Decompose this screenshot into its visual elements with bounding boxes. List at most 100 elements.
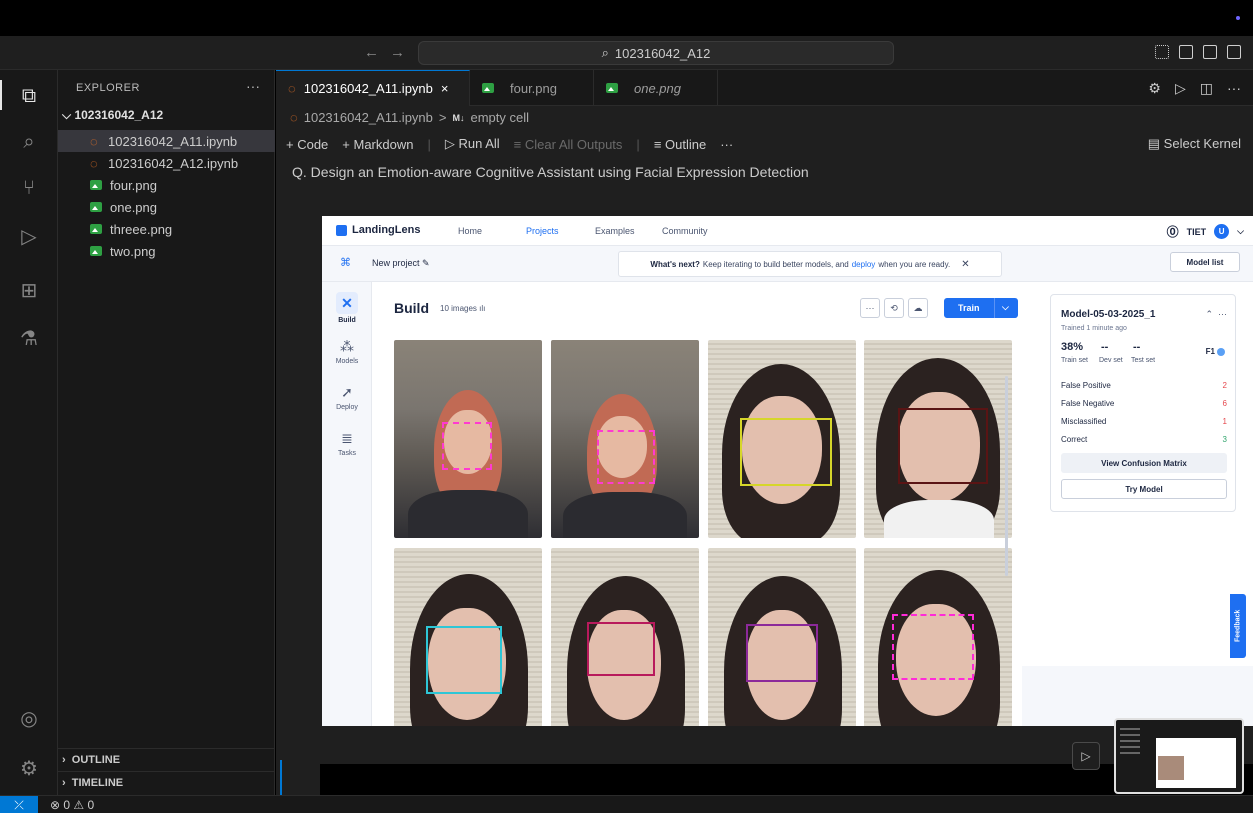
testing-icon[interactable]: ⚗ [17, 326, 41, 350]
markdown-question: Q. Design an Emotion-aware Cognitive Ass… [292, 164, 809, 180]
toggle-sidebar-icon[interactable] [1179, 45, 1193, 59]
pencil-icon: ✎ [422, 258, 430, 268]
timeline-section[interactable]: › TIMELINE [58, 771, 275, 793]
more-button[interactable]: ··· [720, 137, 733, 152]
bar-chart-icon: ılı [479, 304, 486, 313]
source-control-icon[interactable]: ⑂ [17, 176, 41, 200]
notebook-icon: ◌ [90, 155, 98, 171]
project-icon: ⌘ [340, 257, 351, 269]
file-item[interactable]: two.png [58, 240, 275, 262]
file-item[interactable]: threee.png [58, 218, 275, 240]
test-set-label: Test set [1131, 357, 1156, 364]
bounding-box [746, 624, 818, 682]
split-editor-icon[interactable]: ◫ [1200, 80, 1213, 97]
tab-four-png[interactable]: four.png [470, 70, 594, 106]
file-item[interactable]: ◌ 102316042_A12.ipynb [58, 152, 275, 174]
remote-indicator-icon[interactable]: ⤫ [0, 796, 38, 813]
run-all-button[interactable]: ▷ Run All [445, 136, 500, 152]
ll-nav-projects: Projects [526, 226, 559, 236]
landinglens-screenshot: LandingLens Home Projects Examples Commu… [322, 216, 1253, 726]
file-item[interactable]: one.png [58, 196, 275, 218]
outline-label: OUTLINE [71, 753, 121, 766]
tab-one-png[interactable]: one.png [594, 70, 718, 106]
window-thumbnail[interactable] [1114, 718, 1244, 794]
kernel-label: Select Kernel [1163, 136, 1241, 151]
metric-row: Correct 3 [1061, 435, 1227, 444]
tab-label: four.png [510, 80, 557, 96]
file-name: one.png [110, 199, 157, 215]
ll-banner: What's next? Keep iterating to build bet… [618, 251, 1002, 277]
add-markdown-button[interactable]: + Markdown [342, 137, 413, 152]
tab-label: 102316042_A11.ipynb [303, 81, 433, 96]
run-debug-icon[interactable]: ▷ [17, 224, 41, 248]
file-name: 102316042_A11.ipynb [108, 133, 238, 149]
ll-nav-deploy: ➚ Deploy [322, 384, 372, 411]
ll-logo: LandingLens [336, 224, 420, 236]
extensions-icon[interactable]: ⊞ [17, 278, 41, 302]
image-thumbnail [551, 548, 699, 726]
train-set-label: Train set [1061, 357, 1088, 364]
image-thumbnail [551, 340, 699, 538]
settings-gear-icon[interactable]: ⚙ [17, 756, 41, 780]
breadcrumb-file[interactable]: 102316042_A11.ipynb [304, 110, 433, 125]
toggle-panel-icon[interactable] [1203, 45, 1217, 59]
banner-text-1: Keep iterating to build better models, a… [702, 259, 849, 269]
try-model-button: Try Model [1061, 479, 1227, 499]
folder-name: 102316042_A12 [74, 108, 164, 122]
run-cell-button[interactable]: ▷ [1072, 742, 1100, 770]
close-icon[interactable]: × [441, 81, 449, 96]
status-dot [1236, 16, 1240, 20]
outline-section[interactable]: › OUTLINE [58, 748, 275, 770]
more-icon[interactable]: ··· [1227, 80, 1241, 97]
window-top [0, 0, 1253, 36]
banner-text-2: when you are ready. [878, 259, 951, 269]
back-arrow-icon[interactable]: ← [364, 44, 379, 61]
select-kernel-button[interactable]: ▤ Select Kernel [1148, 136, 1241, 152]
settings-icon[interactable]: ⚙ [1148, 80, 1161, 97]
ll-nav-label: Models [335, 358, 359, 365]
landinglens-logo-icon [336, 224, 347, 236]
panel-controls: ⌃ ··· [1205, 309, 1227, 320]
clear-outputs-button[interactable]: ≡ Clear All Outputs [514, 137, 623, 152]
chevron-down-icon: ⌵ [1237, 226, 1244, 236]
activity-bar: ⧉ ⌕ ⑂ ▷ ⊞ ⚗ ◎ ⚙ [0, 70, 58, 795]
bounding-box [587, 622, 655, 676]
active-indicator [0, 80, 2, 110]
build-icon: ✕ [336, 292, 358, 314]
search-icon[interactable]: ⌕ [17, 130, 41, 154]
problems-indicator[interactable]: ⊗ 0 ⚠ 0 [50, 798, 94, 812]
metric-row-label: False Positive [1061, 381, 1111, 390]
image-file-icon [90, 224, 102, 234]
explorer-icon[interactable]: ⧉ [17, 84, 41, 108]
kernel-icon: ▤ [1147, 136, 1164, 151]
file-item[interactable]: four.png [58, 174, 275, 196]
tab-actions: ⚙ ▷ ◫ ··· [1148, 80, 1241, 97]
dev-set-label: Dev set [1099, 357, 1123, 364]
breadcrumb-cell[interactable]: empty cell [470, 110, 529, 125]
account-icon[interactable]: ◎ [17, 706, 41, 730]
run-icon[interactable]: ▷ [1175, 80, 1186, 97]
forward-arrow-icon[interactable]: → [390, 44, 405, 61]
folder-root[interactable]: ⌵ 102316042_A12 [62, 108, 163, 123]
image-thumbnail [708, 548, 856, 726]
customize-layout-icon[interactable] [1155, 45, 1169, 59]
file-name: threee.png [110, 221, 173, 237]
tab-notebook[interactable]: ◌ 102316042_A11.ipynb × [276, 70, 470, 106]
search-icon: ⌕ [601, 45, 609, 60]
metric-row-value: 6 [1222, 399, 1227, 408]
toggle-secondary-sidebar-icon[interactable] [1227, 45, 1241, 59]
add-code-button[interactable]: + Code [286, 137, 328, 152]
more-actions-icon[interactable]: ··· [246, 78, 260, 94]
close-icon: ✕ [961, 258, 970, 270]
ll-nav-build: ✕ Build [322, 292, 372, 324]
info-dot-icon [1217, 347, 1225, 356]
command-center[interactable]: ⌕ 102316042_A12 [418, 41, 894, 65]
image-file-icon [90, 180, 102, 190]
bounding-box [740, 418, 832, 486]
file-item[interactable]: ◌ 102316042_A11.ipynb [58, 130, 275, 152]
chevron-down-icon: ⌵ [1002, 302, 1009, 312]
thumbnail-sidebar [1120, 728, 1148, 788]
notebook-icon: ◌ [288, 81, 296, 96]
outline-button[interactable]: ≡ Outline [654, 137, 706, 152]
layout-controls [1155, 45, 1241, 59]
